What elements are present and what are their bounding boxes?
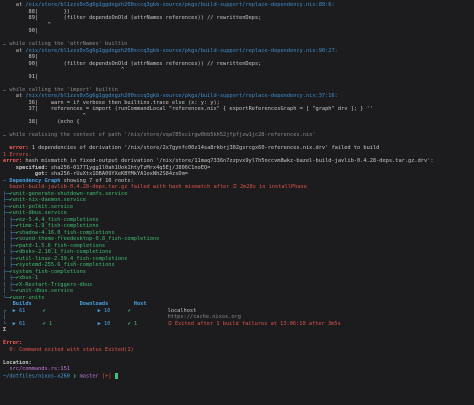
code-text: (echo { bbox=[38, 119, 80, 125]
code-text: (filter dependsOnOld (attrNames referenc… bbox=[38, 15, 262, 21]
while-context: … while calling the 'import' builtin bbox=[3, 86, 118, 93]
tree-branch: │ ├─ bbox=[3, 223, 16, 229]
prompt-arrow-icon: ❯ bbox=[69, 373, 80, 379]
graph-node-label: xbus-1 bbox=[18, 275, 39, 281]
graph-node-label: patd-1.5.6_fish-completions bbox=[18, 242, 106, 249]
line-number: 89| bbox=[28, 15, 39, 21]
at-keyword: at bbox=[3, 2, 26, 8]
graph-node-label: systemd-255.6_fish-completions bbox=[18, 262, 115, 268]
tree-branch: │ └─ bbox=[3, 288, 16, 294]
prompt-status: [+] bbox=[98, 373, 115, 379]
downloads-running: ▶ 10 bbox=[97, 320, 111, 327]
builds-done: ✔ 1 bbox=[42, 320, 53, 327]
tree-branch: │ ├─ bbox=[3, 262, 16, 268]
prompt-cwd: ~/dotfiles/nixos-x260 bbox=[3, 373, 70, 379]
downloads-column-title: Downloads bbox=[79, 301, 109, 307]
graph-node-label: ez-5.4.4_fish-completions bbox=[18, 216, 99, 223]
source-path: /nix/store/bl1zzs0x5g6g1ggdngzh200sccq3g… bbox=[25, 2, 335, 8]
host-column-title: Host bbox=[133, 301, 147, 307]
shell-prompt[interactable]: ~/dotfiles/nixos-x260 ❯ master [+] bbox=[3, 372, 471, 379]
graph-node-label: unit-dbus.service bbox=[12, 210, 67, 216]
code-text: warn = if verbose then builtins.trace el… bbox=[38, 99, 220, 106]
code-text: references = import (runCommandLocal "re… bbox=[38, 106, 373, 112]
error-text: 1 dependencies of derivation '/nix/store… bbox=[28, 145, 380, 151]
at-keyword: at bbox=[3, 93, 26, 99]
row-bracket: ┌ bbox=[3, 307, 7, 314]
line-number: 36| bbox=[28, 99, 39, 106]
graph-node-label: system_fish-completions bbox=[12, 268, 86, 275]
source-path: /nix/store/bl1zzs0x5g6g1ggdngzh200sccq3g… bbox=[25, 93, 338, 99]
tree-branch: │ ├─ bbox=[3, 249, 16, 255]
graph-node-label: unit-nix-daemon.service bbox=[12, 197, 86, 203]
line-number: 90| bbox=[28, 60, 39, 67]
graph-node-label: dbskx-2.10.1_fish-completions bbox=[18, 249, 112, 255]
graph-node-label: unit-polkit.service bbox=[12, 203, 74, 210]
line-number: 89| bbox=[28, 54, 39, 60]
graph-node-label: unit-dbus.service bbox=[18, 288, 74, 294]
code-text: ^ bbox=[28, 112, 86, 119]
status-table: Builds Downloads Host ┌ ▶ 61 ✔ ▶ 10 ✔ localh… bbox=[3, 301, 471, 334]
line-number: 37| bbox=[28, 106, 39, 112]
text-cursor bbox=[114, 372, 118, 379]
while-context: … while realising the context of path '/… bbox=[3, 132, 316, 138]
error-label: error: bbox=[9, 145, 29, 151]
graph-node-label: bazel-build-javlib-0.4.28-deps.tar.gz fa… bbox=[9, 184, 307, 190]
code-text: ^ bbox=[28, 67, 125, 73]
terminal-window[interactable]: at /nix/store/bl1zzs0x5g6g1ggdngzh200scc… bbox=[0, 0, 474, 405]
graph-node-label: shadow-4.16.0_fish-completions bbox=[18, 229, 115, 236]
row-bracket: └ bbox=[3, 320, 7, 327]
tree-branch: │ ├─ bbox=[3, 229, 16, 236]
downloads-done: ✔ 1 bbox=[127, 320, 138, 327]
tree-branch: │ ├─ bbox=[3, 281, 16, 288]
graph-node-label: time-1.9_fish-completions bbox=[18, 223, 99, 229]
builds-running: ▶ 61 bbox=[12, 320, 26, 327]
code-text: (filter dependsOnOld (attrNames referenc… bbox=[38, 60, 262, 67]
graph-node-label: X-Restart-Triggers-dbus bbox=[18, 281, 93, 288]
line-number: 91| bbox=[28, 73, 39, 80]
code-text: }) bbox=[38, 8, 70, 15]
code-text: ^ bbox=[28, 21, 51, 28]
while-context: … while calling the 'attrNames' builtin bbox=[3, 41, 128, 47]
tree-branch: │ ├─ bbox=[3, 242, 16, 249]
host-entry: ⏱ Exited after 1 build failures at 13:06… bbox=[167, 320, 341, 327]
source-path: /nix/store/bl1zzs0x5g6g1ggdngzh200sccq3g… bbox=[25, 47, 338, 54]
line-number: 38| bbox=[28, 119, 39, 125]
row-bracket: │ bbox=[3, 314, 7, 320]
line-number: 88| bbox=[28, 8, 39, 15]
tree-branch: │ ├─ bbox=[3, 216, 16, 223]
line-number: 90| bbox=[28, 28, 39, 34]
host-entry: https://cache.nixos.org bbox=[167, 314, 241, 320]
sum-icon: Σ bbox=[3, 327, 7, 333]
stack-trace: at /nix/store/bl1zzs0x5g6g1ggdngzh200scc… bbox=[3, 2, 471, 152]
prompt-branch: master bbox=[79, 373, 99, 379]
graph-node-label: util-linux-2.39.4_fish-completions bbox=[18, 255, 128, 262]
tree-branch: │ ├─ bbox=[3, 255, 16, 262]
builds-column-title: Builds bbox=[12, 301, 32, 307]
tree-branch: │ ├─ bbox=[3, 275, 16, 281]
graph-node-label: sound-theme-freedesktop-0.8_fish-complet… bbox=[18, 236, 160, 242]
graph-node-label: unit-generate-shutdown-ramfs.service bbox=[12, 190, 128, 197]
graph-node-label: user-units bbox=[12, 294, 45, 301]
status-rows: ┌ ▶ 61 ✔ ▶ 10 ✔ localhost │ https://cache.nix… bbox=[3, 308, 471, 334]
tree-branch: │ ├─ bbox=[3, 236, 16, 242]
host-entry: localhost bbox=[167, 307, 197, 314]
at-keyword: at bbox=[3, 47, 26, 54]
dependency-graph: bazel-build-javlib-0.4.28-deps.tar.gz fa… bbox=[3, 184, 471, 301]
